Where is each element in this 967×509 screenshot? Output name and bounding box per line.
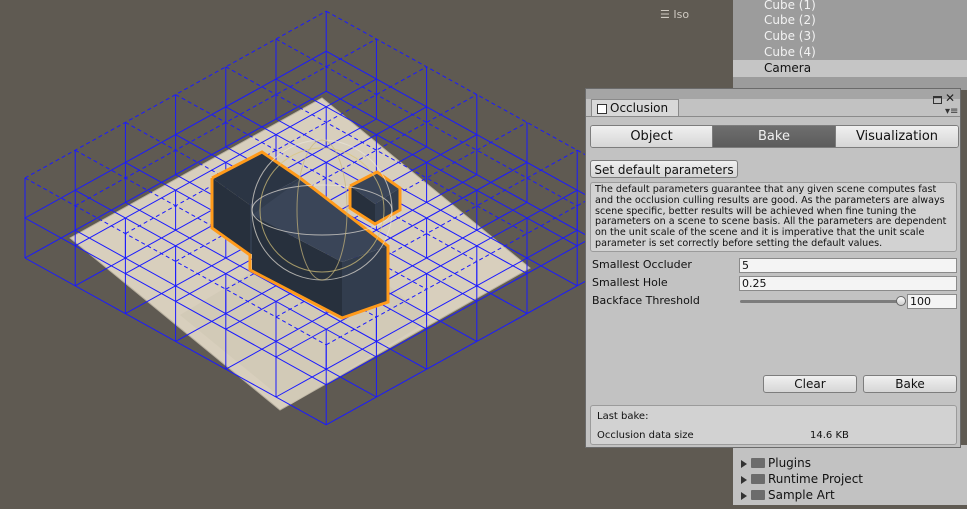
- hierarchy-item-label: Camera: [764, 61, 812, 75]
- occlusion-window: Occlusion ✕ ▾≡ Object Bake Visualization…: [585, 88, 961, 448]
- smallest-occluder-input[interactable]: 5: [739, 258, 957, 273]
- hierarchy-item[interactable]: Cube (3): [764, 28, 816, 44]
- smallest-hole-label: Smallest Hole: [592, 276, 668, 289]
- info-help-box: The default parameters guarantee that an…: [590, 182, 957, 252]
- hierarchy-item-camera[interactable]: Camera: [733, 60, 967, 77]
- last-bake-box: Last bake: Occlusion data size 14.6 KB: [590, 405, 957, 445]
- occlusion-icon: [597, 104, 607, 114]
- expand-arrow-icon[interactable]: [741, 475, 747, 484]
- mode-toolbar: Object Bake Visualization: [590, 125, 959, 148]
- hierarchy-item[interactable]: Cube (2): [764, 12, 816, 28]
- tab-bar-divider: [586, 116, 960, 117]
- window-menu-icon[interactable]: ▾≡: [945, 106, 958, 117]
- maximize-icon[interactable]: [933, 96, 942, 104]
- tab-occlusion[interactable]: Occlusion: [591, 99, 679, 116]
- set-default-parameters-button[interactable]: Set default parameters: [590, 160, 738, 178]
- view-mode-label: Iso: [673, 8, 690, 21]
- folder-icon: [751, 489, 765, 500]
- clear-button[interactable]: Clear: [763, 375, 857, 393]
- window-titlebar[interactable]: [586, 89, 960, 99]
- visualization-mode-button[interactable]: Visualization: [836, 126, 958, 147]
- folder-icon: [751, 473, 765, 484]
- backface-threshold-input[interactable]: 100: [907, 294, 957, 309]
- project-folder-sample-art[interactable]: Sample Art: [741, 487, 835, 503]
- hierarchy-panel: Cube (1) Cube (2) Cube (3) Cube (4) Came…: [733, 0, 967, 90]
- smallest-hole-input[interactable]: 0.25: [739, 276, 957, 291]
- hierarchy-item[interactable]: Cube (4): [764, 44, 816, 60]
- backface-threshold-label: Backface Threshold: [592, 294, 700, 307]
- folder-icon: [751, 457, 765, 468]
- last-bake-label: Last bake:: [597, 411, 649, 422]
- backface-threshold-slider[interactable]: [740, 300, 901, 303]
- project-panel: Plugins Runtime Project Sample Art: [733, 445, 967, 505]
- occlusion-data-size-label: Occlusion data size: [597, 430, 694, 441]
- expand-arrow-icon[interactable]: [741, 491, 747, 500]
- bake-button[interactable]: Bake: [863, 375, 957, 393]
- project-folder-runtime-project[interactable]: Runtime Project: [741, 471, 863, 487]
- expand-arrow-icon[interactable]: [741, 459, 747, 468]
- smallest-occluder-label: Smallest Occluder: [592, 258, 692, 271]
- bake-mode-button[interactable]: Bake: [713, 126, 836, 147]
- scene-view-mode[interactable]: ☰ Iso: [660, 8, 689, 21]
- menu-icon: ☰: [660, 8, 670, 21]
- slider-handle[interactable]: [896, 296, 906, 306]
- occlusion-data-size-value: 14.6 KB: [810, 430, 849, 441]
- object-mode-button[interactable]: Object: [591, 126, 713, 147]
- project-folder-plugins[interactable]: Plugins: [741, 455, 811, 471]
- close-icon[interactable]: ✕: [945, 92, 955, 104]
